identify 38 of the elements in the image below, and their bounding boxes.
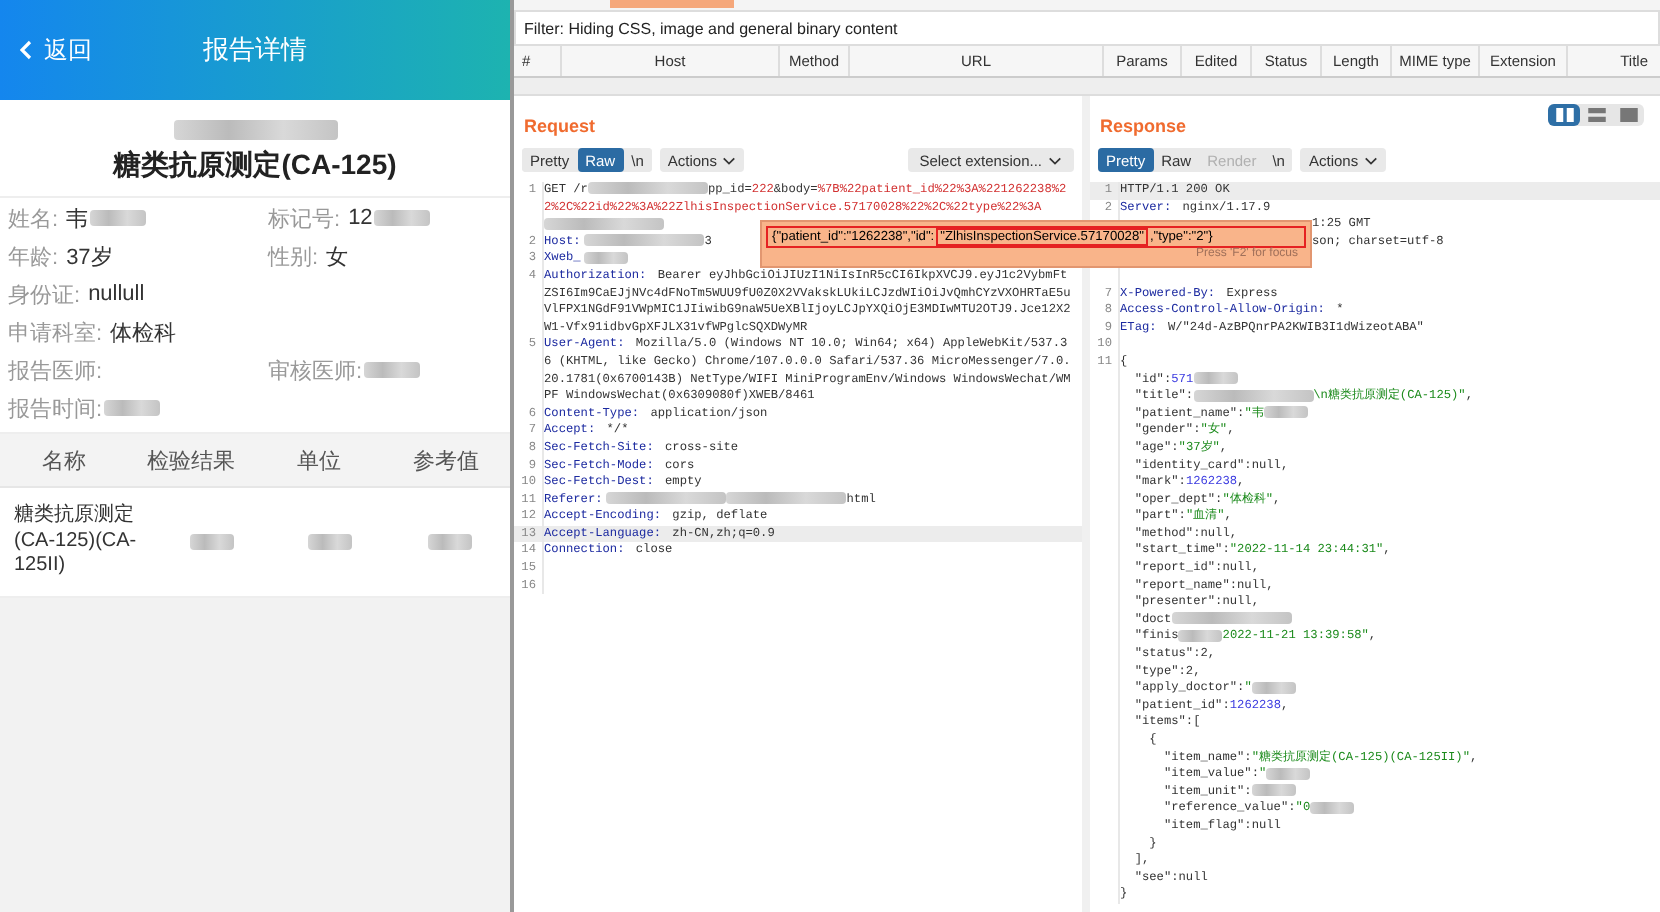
- redacted-value: [374, 210, 431, 226]
- field-label: 身份证:: [8, 281, 81, 309]
- field-value: nullull: [88, 282, 145, 306]
- field-label: 申请科室:: [8, 319, 103, 347]
- layout-toggle-icon[interactable]: [1548, 104, 1580, 126]
- redacted-value: [308, 533, 353, 550]
- caret-icon: [722, 155, 737, 165]
- column-header: 名称: [39, 447, 88, 475]
- caret-icon: [1364, 155, 1379, 165]
- field-label: 年龄:: [8, 243, 59, 271]
- column-header: 参考值: [411, 447, 482, 475]
- field-label: 审核医师:: [268, 357, 363, 385]
- back-button[interactable]: 返回: [0, 33, 92, 67]
- field-value: 女: [326, 243, 349, 271]
- panel-title: Response: [1098, 114, 1189, 140]
- page-title: 报告详情: [203, 32, 307, 68]
- redacted-value: [364, 362, 421, 378]
- field-label: 标记号:: [268, 205, 341, 233]
- redacted-value: [189, 533, 234, 550]
- field-value: 体检科: [110, 319, 177, 347]
- field-value: 12: [348, 206, 373, 230]
- caret-icon: [1048, 155, 1062, 165]
- filter-bar[interactable]: Filter: Hiding CSS, image and general binary content: [514, 10, 1660, 46]
- column-header: 检验结果: [145, 447, 238, 475]
- field-label: 报告时间:: [8, 395, 103, 423]
- redacted-value: [90, 210, 147, 226]
- report-title: 糖类抗原测定(CA-125): [113, 148, 397, 184]
- redacted-value: [428, 533, 473, 550]
- field-label: 报告医师:: [8, 357, 103, 385]
- field-label: 姓名:: [8, 205, 59, 233]
- field-value: 韦: [66, 205, 89, 233]
- redacted-value: [104, 400, 161, 416]
- panel-title: Request: [522, 114, 598, 140]
- field-value: 37岁: [66, 243, 113, 271]
- field-label: 性别:: [268, 243, 319, 271]
- column-header: 单位: [294, 447, 343, 475]
- table-cell-text: 糖类抗原测定(CA-125)(CA-125II): [12, 504, 139, 579]
- back-icon: [20, 40, 32, 60]
